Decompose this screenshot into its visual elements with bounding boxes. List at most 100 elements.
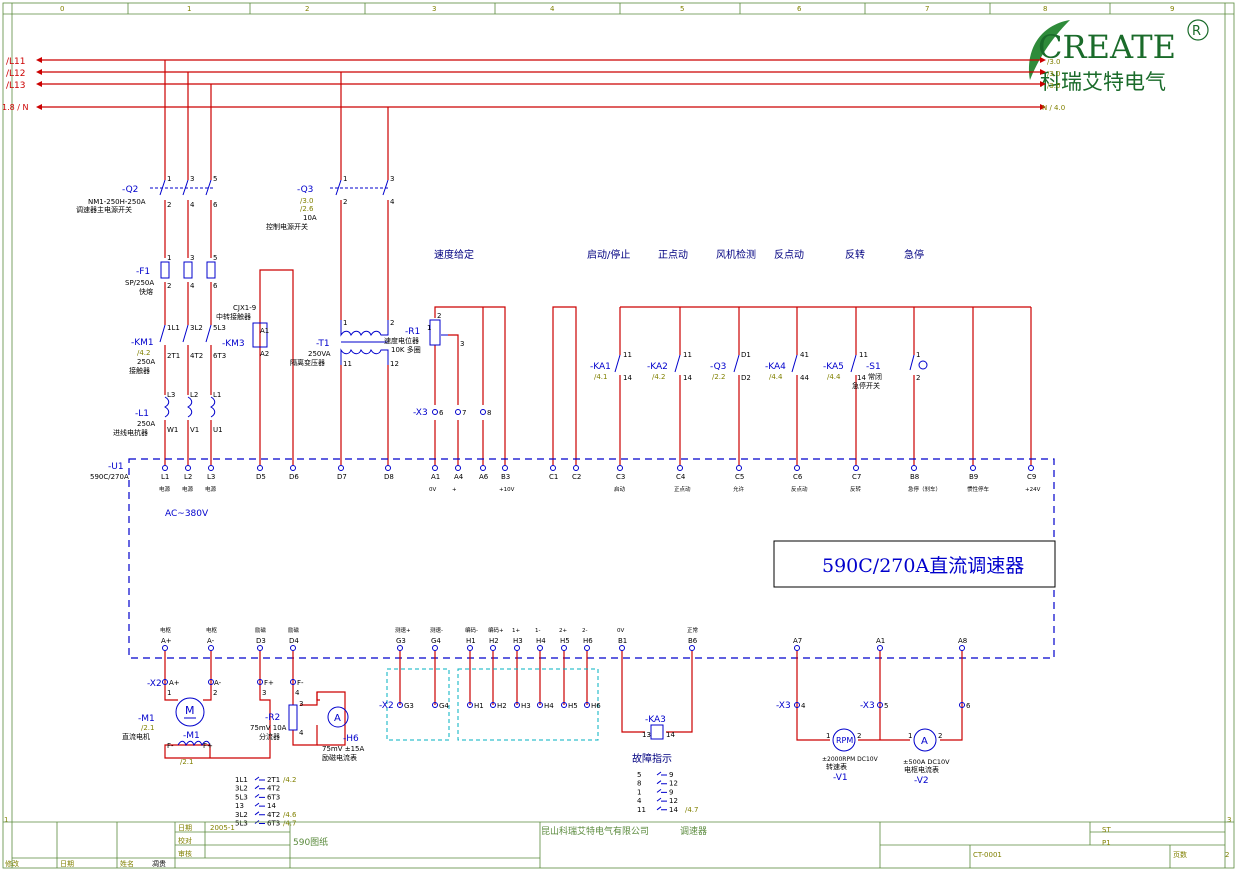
u1-top-terminal-dot bbox=[432, 465, 438, 471]
u1-bottom-terminal-id: B6 bbox=[688, 637, 698, 645]
q3-contact-tag: -Q3 bbox=[710, 362, 726, 372]
ka3-tag: -KA3 bbox=[645, 715, 666, 725]
contact-symbol bbox=[656, 771, 667, 776]
u1-top-terminal-id: L3 bbox=[207, 473, 215, 481]
breaker-q3: -Q3 /3.0 /2.6 10A 控制电源开关 1 3 2 4 bbox=[266, 175, 395, 231]
u1-top-terminal-dot bbox=[1028, 465, 1034, 471]
r2-pin-4: 4 bbox=[299, 729, 304, 737]
v2-pin-2: 2 bbox=[938, 732, 942, 740]
title-speed-setting: 速度给定 bbox=[434, 248, 474, 261]
u1-top-terminal-label: +24V bbox=[1025, 487, 1041, 493]
l1-pin-l3: L3 bbox=[167, 391, 175, 399]
h6-desc2: 励磁电流表 bbox=[322, 753, 357, 762]
contactor-km1: -KM1 /4.2 250A 接触器 1L1 3L2 5L3 2T1 4T2 6… bbox=[129, 324, 226, 375]
u1-bottom-terminal-label: 电枢 bbox=[160, 626, 172, 634]
x3-bot-tag: -X3 bbox=[776, 701, 791, 711]
q3-tag: -Q3 bbox=[297, 185, 313, 195]
f1-pin-6: 6 bbox=[213, 282, 218, 290]
m1-f-plus: F+ bbox=[203, 742, 213, 750]
ka2-tag: -KA2 bbox=[647, 362, 668, 372]
contact-left-pin: 5 bbox=[637, 771, 641, 779]
x2-left-label-a-plus: A+ bbox=[169, 679, 180, 687]
tb-st: ST bbox=[1102, 826, 1111, 834]
col-label-3: 3 bbox=[432, 5, 436, 13]
u1-top-terminal-dot bbox=[736, 465, 742, 471]
ka2-pin-11: 11 bbox=[683, 351, 692, 359]
t1-rating: 250VA bbox=[308, 350, 331, 358]
tb-page-label: 页数 bbox=[1173, 850, 1187, 859]
u1-bottom-terminal-dot bbox=[537, 645, 543, 651]
x2-left-tag: -X2 bbox=[147, 679, 162, 689]
u1-top-terminal-id: D6 bbox=[289, 473, 299, 481]
x2-left-label-a-minus: A- bbox=[214, 679, 222, 687]
q3-contact-ref: /2.2 bbox=[712, 373, 726, 381]
f1-pin-2: 2 bbox=[167, 282, 171, 290]
u1-top-terminal-id: C3 bbox=[616, 473, 625, 481]
reactor-l1: -L1 250A 进线电抗器 L3 L2 L1 W1 V1 U1 bbox=[113, 391, 223, 437]
col-label-9: 9 bbox=[1170, 5, 1174, 13]
u1-bottom-terminal-id: A- bbox=[207, 637, 215, 645]
u1-bottom-terminal-id: H3 bbox=[513, 637, 523, 645]
ka4-pin-41: 41 bbox=[800, 351, 809, 359]
m1-f-minus: F- bbox=[167, 742, 174, 750]
km1-contact-list: 1L1 2T1/4.2 3L2 4T2 5L3 6T3 13 14 3L2 4T2/4.6 5L3 6… bbox=[235, 776, 297, 828]
u1-top-terminal-id: A1 bbox=[431, 473, 440, 481]
km1-desc: 接触器 bbox=[129, 366, 150, 375]
u1-top-terminal-dot bbox=[455, 465, 461, 471]
l1-pin-v1: V1 bbox=[190, 426, 199, 434]
u1-bottom-terminal-dot bbox=[490, 645, 496, 651]
contact-left-pin: 5L3 bbox=[235, 793, 248, 801]
u1-top-terminal-id: B9 bbox=[969, 473, 978, 481]
ka3-pin-14: 14 bbox=[666, 731, 675, 739]
q2-pin-1: 1 bbox=[167, 175, 171, 183]
km3-pin-a1: A1 bbox=[260, 327, 269, 335]
q3-ref-1: /3.0 bbox=[300, 197, 314, 205]
ka5-tag: -KA5 bbox=[823, 362, 844, 372]
f1-pin-3: 3 bbox=[190, 254, 194, 262]
title-fan-check: 风机检测 bbox=[716, 248, 756, 261]
x2-mid-terminals: -X2 G3 G4 H1 H2 H3 H4 H5 H6 bbox=[379, 701, 601, 711]
s1-pin-2: 2 bbox=[916, 374, 920, 382]
f1-desc: 快熔 bbox=[139, 287, 153, 296]
contact-symbol bbox=[254, 776, 265, 781]
u1-top-terminal-dot bbox=[162, 465, 168, 471]
ka2-ref: /4.2 bbox=[652, 373, 666, 381]
r1-pin-2: 2 bbox=[437, 312, 441, 320]
x2-mid-pin-h2: H2 bbox=[497, 702, 507, 710]
t1-pin-12: 12 bbox=[390, 360, 399, 368]
l1-tag: -L1 bbox=[135, 409, 149, 419]
s1-tag: -S1 bbox=[866, 362, 881, 372]
ka4-tag: -KA4 bbox=[765, 362, 786, 372]
u1-bottom-terminal-label: 励磁 bbox=[288, 626, 300, 634]
s1-desc2: 急停开关 bbox=[852, 381, 880, 390]
v2-symbol: A bbox=[921, 736, 928, 747]
breaker-q2: -Q2 NM1-250H-250A 调速器主电源开关 1 3 5 2 4 6 bbox=[76, 175, 218, 214]
ka4-ref: /4.4 bbox=[769, 373, 783, 381]
contact-left-pin: 13 bbox=[235, 802, 244, 810]
contact-left-pin: 1L1 bbox=[235, 776, 248, 784]
t1-pin-2: 2 bbox=[390, 319, 394, 327]
u1-bottom-terminal-label: 1+ bbox=[512, 628, 520, 634]
u1-top-terminal-dot bbox=[502, 465, 508, 471]
x2-mid-pin-g3: G3 bbox=[404, 702, 414, 710]
m1-symbol: M bbox=[185, 704, 195, 717]
bus-ref-l12: /3.0 bbox=[1047, 70, 1061, 78]
u1-bottom-terminal-dot bbox=[162, 645, 168, 651]
ka1-tag: -KA1 bbox=[590, 362, 611, 372]
bus-ref-l13: /3.0 bbox=[1047, 82, 1061, 90]
ka3-contact-list: 5 9 8 12 1 9 4 12 11 14/4.7 bbox=[637, 771, 699, 814]
contact-ref: /4.7 bbox=[685, 806, 699, 814]
r2-desc1: 75mV 10A bbox=[250, 724, 287, 732]
u1-top-terminal-id: L1 bbox=[161, 473, 169, 481]
tb-doc-no: CT-0001 bbox=[973, 851, 1002, 859]
t1-tag: -T1 bbox=[316, 339, 330, 349]
km1-pin-5l3: 5L3 bbox=[213, 324, 226, 332]
title-jog-rev: 反点动 bbox=[774, 249, 804, 261]
contact-left-pin: 8 bbox=[637, 780, 641, 788]
bus-label-l13: /L13 bbox=[6, 81, 26, 91]
contact-ref: /4.2 bbox=[283, 776, 297, 784]
tb-company: 昆山科瑞艾特电气有限公司 bbox=[541, 825, 649, 837]
contact-right-pin: 4T2 bbox=[267, 785, 280, 793]
l1-desc: 进线电抗器 bbox=[113, 428, 148, 437]
u1-bottom-terminal-dot bbox=[397, 645, 403, 651]
